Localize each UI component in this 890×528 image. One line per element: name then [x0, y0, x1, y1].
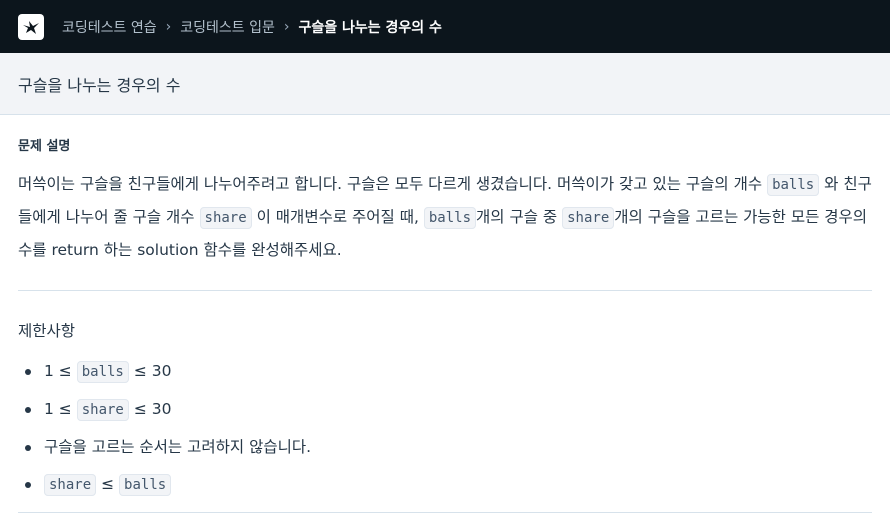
breadcrumb-intro[interactable]: 코딩테스트 입문 [180, 17, 275, 37]
description-text: 이 매개변수로 주어질 때, [256, 208, 419, 226]
code-share: share [76, 399, 129, 421]
constraint-text: 1 ≤ [44, 400, 72, 418]
breadcrumb: 코딩테스트 연습 › 코딩테스트 입문 › 구슬을 나누는 경우의 수 [62, 17, 442, 37]
code-balls: balls [76, 361, 129, 383]
description-text: 개의 구슬 중 [476, 208, 558, 226]
problem-title-bar: 구슬을 나누는 경우의 수 [0, 53, 890, 115]
list-item: 구슬을 고르는 순서는 고려하지 않습니다. [25, 429, 872, 466]
problem-content: 문제 설명 머쓱이는 구슬을 친구들에게 나누어주려고 합니다. 구슬은 모두 … [0, 135, 890, 513]
description-heading: 문제 설명 [18, 139, 71, 154]
top-navigation-bar: 코딩테스트 연습 › 코딩테스트 입문 › 구슬을 나누는 경우의 수 [0, 0, 890, 53]
code-share: share [562, 207, 615, 229]
constraints-heading: 제한사항 [18, 322, 76, 340]
breadcrumb-current: 구슬을 나누는 경우의 수 [298, 19, 442, 36]
code-balls: balls [119, 474, 172, 496]
code-share: share [199, 207, 252, 229]
constraint-text: 1 ≤ [44, 362, 72, 380]
list-item: share ≤ balls [25, 466, 872, 504]
list-item: 1 ≤ balls ≤ 30 [25, 353, 872, 391]
description-text: 머쓱이는 구슬을 친구들에게 나누어주려고 합니다. 구슬은 모두 다르게 생겼… [18, 175, 763, 193]
chevron-right-icon: › [283, 18, 290, 35]
section-divider [18, 290, 872, 291]
constraint-text: 구슬을 고르는 순서는 고려하지 않습니다. [44, 438, 312, 456]
page-title: 구슬을 나누는 경우의 수 [18, 75, 181, 95]
constraint-text: ≤ 30 [133, 362, 172, 380]
section-divider [18, 512, 872, 513]
list-item: 1 ≤ share ≤ 30 [25, 391, 872, 429]
constraint-text: ≤ [101, 475, 115, 493]
constraints-list: 1 ≤ balls ≤ 30 1 ≤ share ≤ 30 구슬을 고르는 순서… [18, 353, 872, 504]
breadcrumb-practice[interactable]: 코딩테스트 연습 [62, 17, 157, 37]
code-share: share [44, 474, 97, 496]
chevron-right-icon: › [165, 18, 172, 35]
constraint-text: ≤ 30 [133, 400, 172, 418]
description-paragraph: 머쓱이는 구슬을 친구들에게 나누어주려고 합니다. 구슬은 모두 다르게 생겼… [18, 168, 872, 266]
code-balls: balls [767, 174, 820, 196]
programmers-logo-icon[interactable] [18, 13, 44, 40]
code-balls: balls [423, 207, 477, 229]
